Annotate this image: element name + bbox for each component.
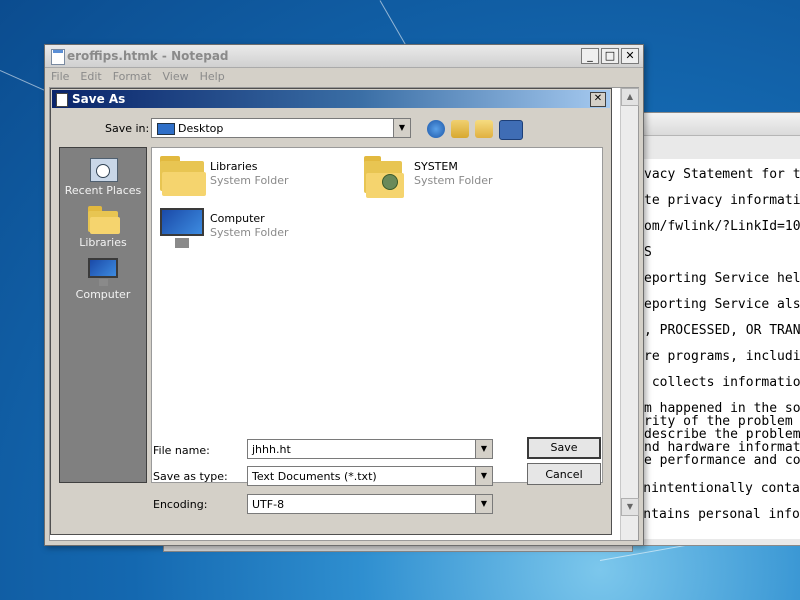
save-in-label: Save in: [105, 122, 150, 135]
encoding-value: UTF-8 [252, 498, 285, 511]
file-item-system[interactable]: SYSTEM System Folder [362, 154, 542, 198]
text-line: eporting Service hel [644, 271, 800, 286]
notepad-titlebar[interactable]: eroffips.htmk - Notepad _ □ ✕ [45, 45, 643, 68]
save-type-value: Text Documents (*.txt) [252, 470, 377, 483]
file-name-input[interactable]: jhhh.ht ▼ [247, 439, 493, 459]
file-type: System Folder [210, 226, 289, 239]
dialog-icon [56, 93, 68, 107]
encoding-dropdown[interactable]: UTF-8 ▼ [247, 494, 493, 514]
text-line: S [644, 245, 652, 260]
maximize-button[interactable]: □ [601, 48, 619, 64]
computer-icon [160, 208, 204, 248]
new-folder-icon[interactable] [475, 120, 493, 138]
save-as-dialog[interactable]: Save As ✕ Save in: Desktop ▼ Recent Plac… [50, 88, 612, 535]
chevron-down-icon[interactable]: ▼ [475, 495, 492, 513]
scroll-up-icon[interactable]: ▲ [621, 88, 639, 106]
chevron-down-icon[interactable]: ▼ [475, 440, 492, 458]
save-in-dropdown[interactable]: Desktop ▼ [151, 118, 411, 138]
file-item-libraries[interactable]: Libraries System Folder [158, 154, 338, 198]
place-label: Recent Places [64, 184, 142, 197]
text-line: , PROCESSED, OR TRAN [644, 323, 800, 338]
dialog-titlebar[interactable]: Save As ✕ [52, 90, 610, 108]
place-recent-places[interactable]: Recent Places [60, 154, 146, 197]
recent-places-icon [88, 154, 118, 182]
place-libraries[interactable]: Libraries [60, 206, 146, 249]
vertical-scrollbar[interactable]: ▲ ▼ [620, 88, 639, 540]
menu-format[interactable]: Format [113, 68, 152, 86]
file-name-value: jhhh.ht [252, 443, 291, 456]
computer-icon [88, 258, 118, 286]
places-bar: Recent Places Libraries Computer [59, 147, 147, 483]
chevron-down-icon[interactable]: ▼ [393, 119, 410, 137]
cancel-button[interactable]: Cancel [527, 463, 601, 485]
place-label: Libraries [79, 236, 127, 249]
file-name-label: File name: [153, 444, 210, 457]
text-line: e performance and co [644, 453, 800, 468]
file-name: Computer [210, 212, 265, 225]
text-line: eporting Service als [644, 297, 800, 312]
close-button[interactable]: ✕ [621, 48, 639, 64]
save-type-label: Save as type: [153, 470, 228, 483]
window-title: eroffips.htmk - Notepad [67, 49, 229, 63]
text-line: re programs, includi [644, 349, 800, 364]
text-line: collects informatio [644, 375, 800, 390]
save-button[interactable]: Save [527, 437, 601, 459]
file-name: SYSTEM [414, 160, 458, 173]
menu-file[interactable]: File [51, 68, 69, 86]
place-computer[interactable]: Computer [60, 258, 146, 301]
scroll-down-icon[interactable]: ▼ [621, 498, 639, 516]
file-name: Libraries [210, 160, 258, 173]
minimize-button[interactable]: _ [581, 48, 599, 64]
libraries-icon [88, 206, 120, 234]
file-type: System Folder [210, 174, 289, 187]
text-line: te privacy informati [644, 193, 800, 208]
menu-view[interactable]: View [163, 68, 189, 86]
text-line: vacy Statement for t [644, 167, 800, 182]
desktop-icon [157, 123, 175, 135]
text-line: om/fwlink/?LinkId=10 [644, 219, 800, 234]
dialog-close-button[interactable]: ✕ [590, 92, 606, 107]
dialog-title: Save As [72, 92, 126, 106]
file-item-computer[interactable]: Computer System Folder [158, 206, 338, 250]
up-folder-icon[interactable] [451, 120, 469, 138]
user-folder-icon [364, 156, 404, 198]
file-type: System Folder [414, 174, 493, 187]
menu-bar: File Edit Format View Help [45, 68, 643, 86]
view-menu-icon[interactable] [499, 120, 523, 140]
encoding-label: Encoding: [153, 498, 208, 511]
save-type-dropdown[interactable]: Text Documents (*.txt) ▼ [247, 466, 493, 486]
libraries-folder-icon [160, 156, 206, 196]
place-label: Computer [75, 288, 131, 301]
save-in-value: Desktop [178, 122, 224, 135]
file-list[interactable]: Libraries System Folder SYSTEM System Fo… [151, 147, 603, 483]
menu-edit[interactable]: Edit [80, 68, 101, 86]
menu-help[interactable]: Help [200, 68, 225, 86]
back-arrow-icon[interactable] [427, 120, 445, 138]
chevron-down-icon[interactable]: ▼ [475, 467, 492, 485]
notepad-icon [51, 49, 65, 65]
